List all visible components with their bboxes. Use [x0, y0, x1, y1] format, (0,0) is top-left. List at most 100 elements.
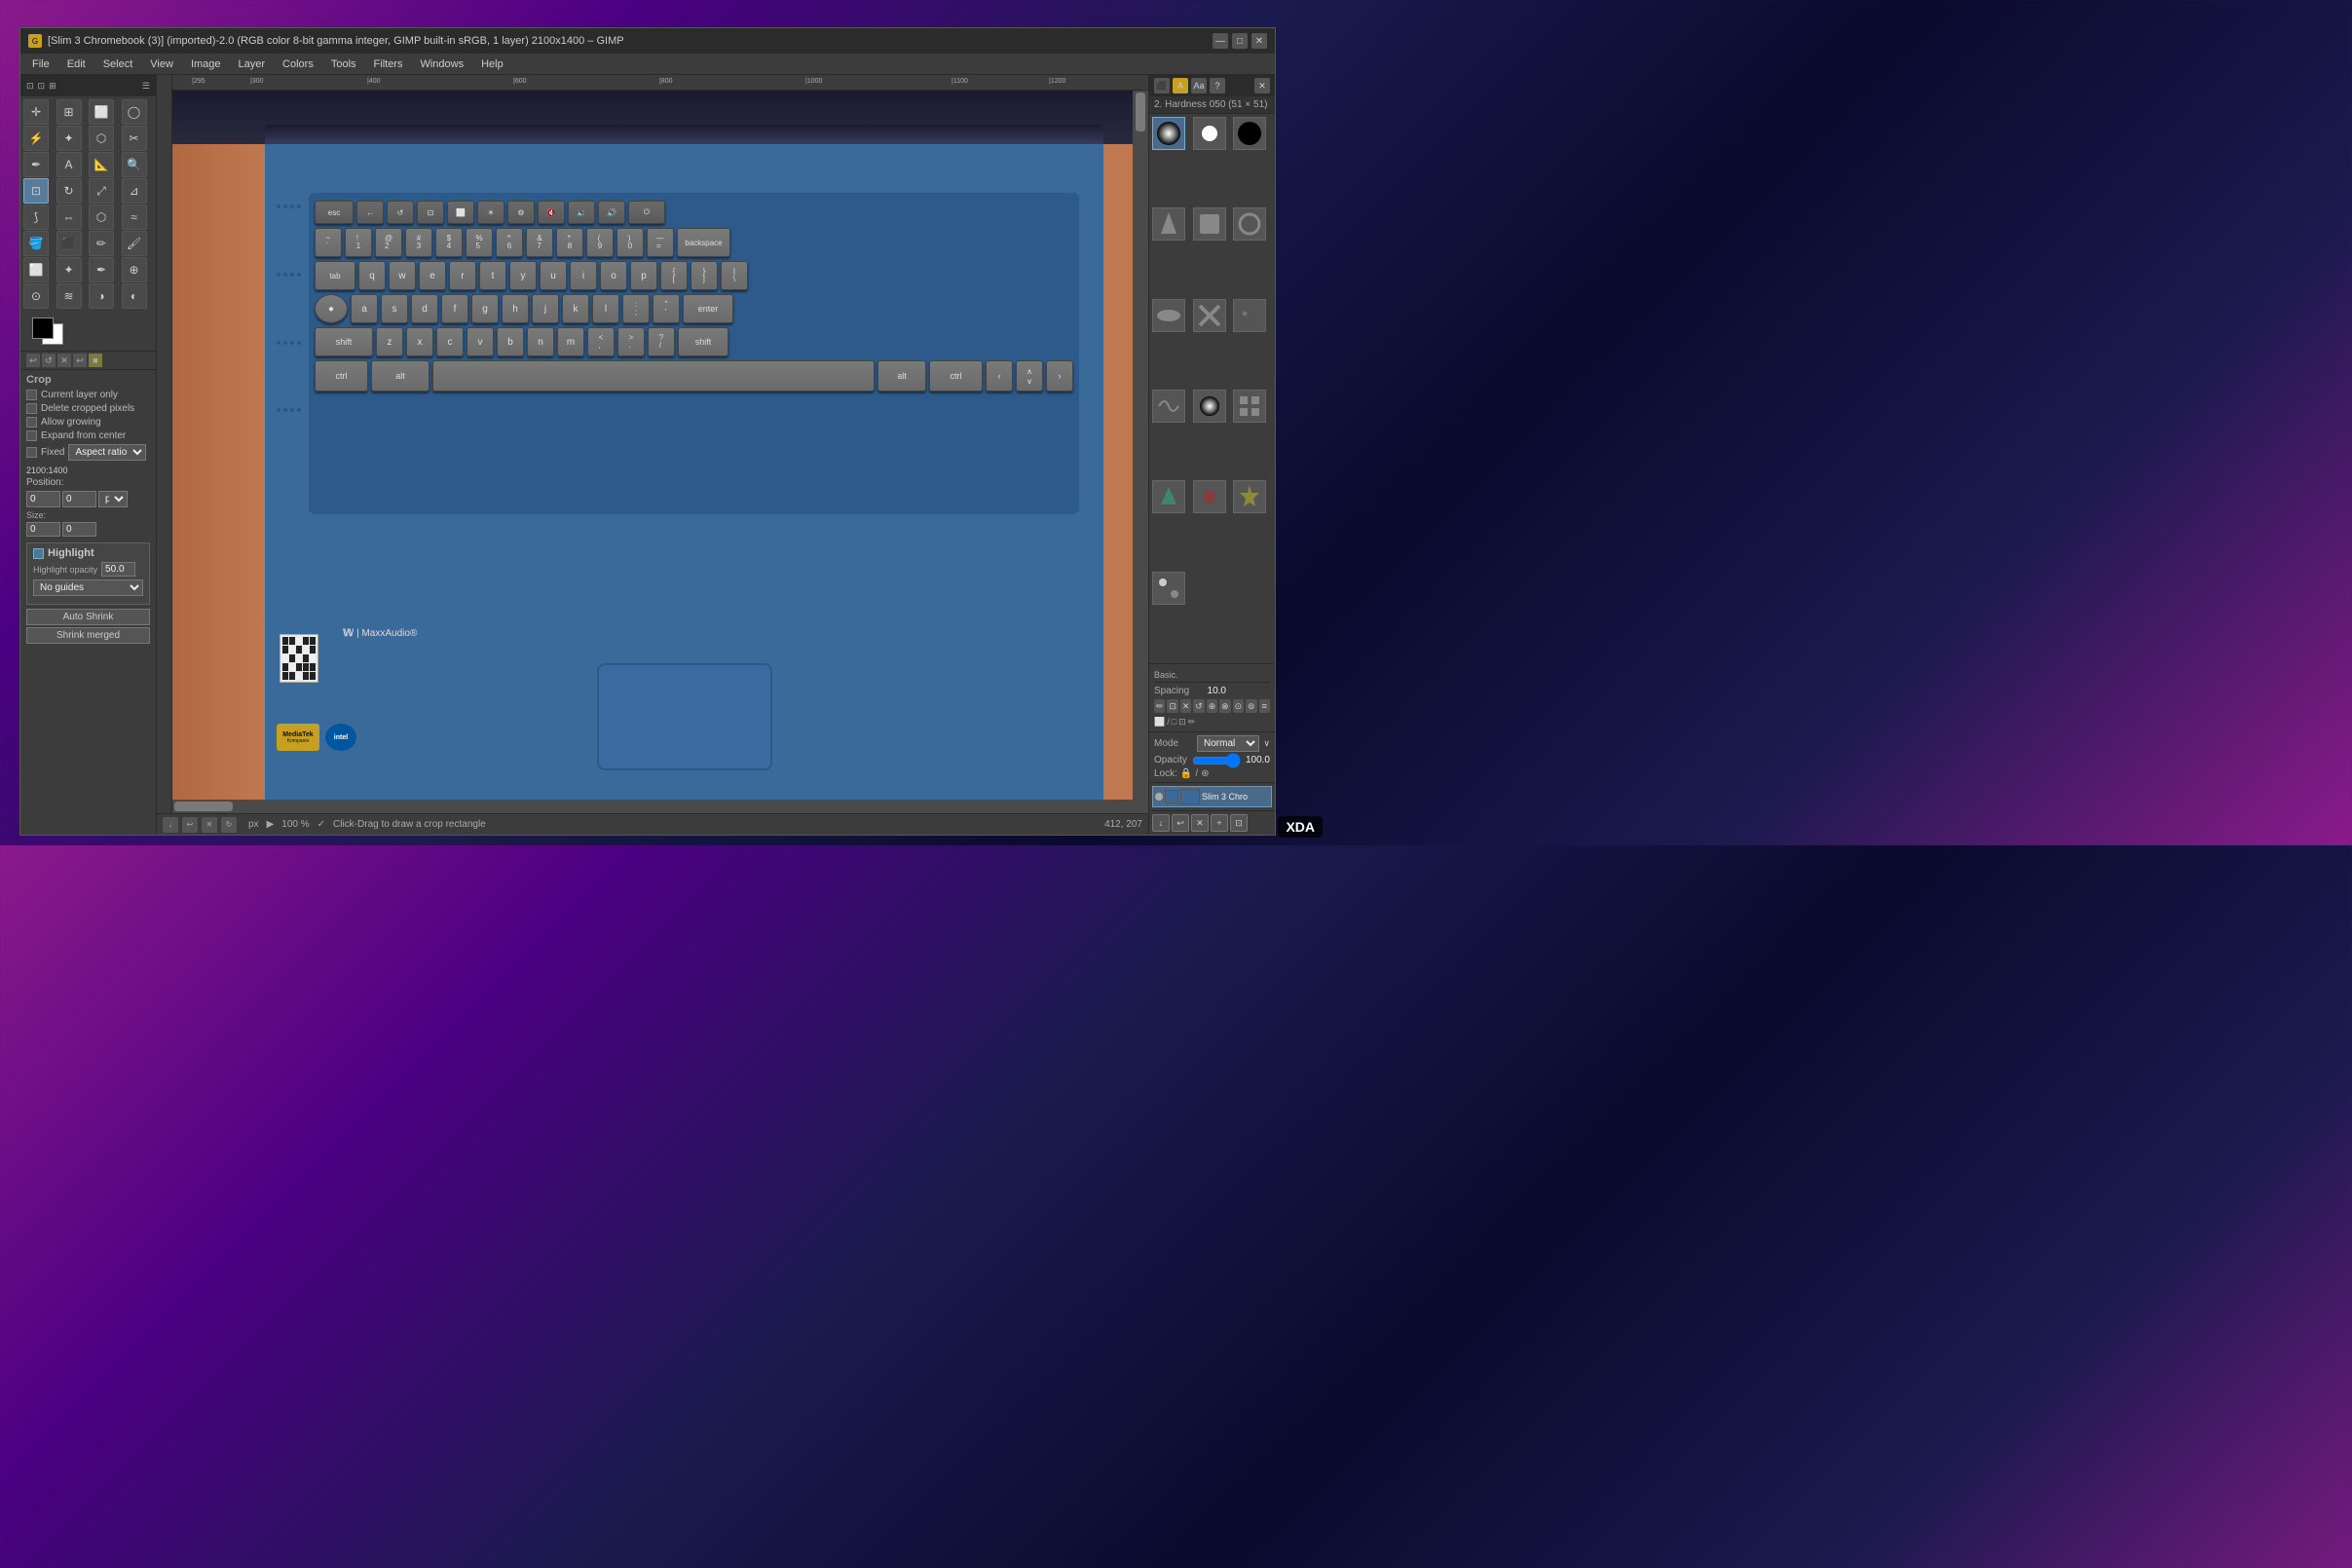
key-alt-right[interactable]: alt [877, 360, 926, 392]
key-vol-down[interactable]: 🔉 [568, 201, 595, 224]
layer-edit-icon-5[interactable]: ⊕ [1207, 699, 1217, 713]
menu-image[interactable]: Image [183, 56, 229, 72]
redo-button[interactable]: ↺ [42, 354, 56, 367]
panel-icon-dynamics[interactable]: Aa [1191, 78, 1207, 93]
lock-position-icon[interactable]: / [1195, 768, 1198, 779]
tool-move[interactable]: ✛ [23, 99, 49, 125]
brush-4[interactable] [1193, 207, 1226, 241]
menu-edit[interactable]: Edit [59, 56, 93, 72]
tool-paths[interactable]: ✒ [23, 152, 49, 177]
auto-shrink-button[interactable]: Auto Shrink [26, 609, 150, 625]
key-t[interactable]: t [479, 261, 506, 290]
vertical-scrollbar[interactable] [1133, 91, 1148, 813]
menu-view[interactable]: View [142, 56, 181, 72]
brush-5[interactable] [1233, 207, 1266, 241]
key-4[interactable]: $4 [435, 228, 463, 257]
highlight-checkbox[interactable] [33, 548, 44, 559]
status-icon-4[interactable]: ↻ [221, 817, 237, 833]
key-minus[interactable]: —= [647, 228, 674, 257]
key-brightness-down[interactable]: ☀ [477, 201, 504, 224]
key-p[interactable]: p [630, 261, 657, 290]
tool-warp[interactable]: ≈ [122, 205, 147, 230]
key-a[interactable]: a [351, 294, 378, 323]
key-mute[interactable]: 🔇 [538, 201, 565, 224]
menu-filters[interactable]: Filters [366, 56, 411, 72]
key-backspace[interactable]: backspace [677, 228, 730, 257]
brush-hardness050[interactable] [1152, 117, 1185, 150]
layer-merge-icon[interactable]: ≡ [1259, 699, 1270, 713]
brush-6[interactable] [1152, 299, 1185, 332]
key-v[interactable]: v [467, 327, 494, 356]
key-colon[interactable]: :; [622, 294, 650, 323]
size-h-input[interactable] [62, 522, 96, 537]
menu-help[interactable]: Help [473, 56, 511, 72]
tool-blend[interactable]: ⬛ [56, 231, 82, 256]
key-2[interactable]: @2 [375, 228, 402, 257]
menu-windows[interactable]: Windows [412, 56, 471, 72]
key-g[interactable]: g [471, 294, 499, 323]
menu-file[interactable]: File [24, 56, 57, 72]
brush-9[interactable] [1152, 390, 1185, 423]
key-h[interactable]: h [502, 294, 529, 323]
aspect-ratio-select[interactable]: Aspect ratio [68, 444, 146, 461]
tool-airbrush[interactable]: ✦ [56, 257, 82, 282]
undo-button[interactable]: ↩ [26, 354, 40, 367]
tool-select-color[interactable]: ⬡ [89, 126, 114, 151]
close-button[interactable]: ✕ [1251, 33, 1267, 49]
tool-paintbrush[interactable]: 🖌 [122, 231, 147, 256]
key-5[interactable]: %5 [466, 228, 493, 257]
brush-11[interactable] [1233, 390, 1266, 423]
fixed-checkbox[interactable] [26, 447, 37, 458]
layer-edit-icon-2[interactable]: ⊡ [1167, 699, 1177, 713]
opacity-input[interactable] [101, 562, 135, 577]
layer-edit-icon-7[interactable]: ⊙ [1233, 699, 1244, 713]
menu-tools[interactable]: Tools [323, 56, 364, 72]
brush-8[interactable]: * [1233, 299, 1266, 332]
key-o[interactable]: o [600, 261, 627, 290]
key-comma[interactable]: <, [587, 327, 615, 356]
status-icon-1[interactable]: ↓ [163, 817, 178, 833]
panel-icon-text[interactable]: A [1173, 78, 1188, 93]
key-slash[interactable]: ?/ [648, 327, 675, 356]
brush-15[interactable] [1152, 572, 1185, 605]
status-icon-3[interactable]: ✕ [202, 817, 217, 833]
key-e[interactable]: e [419, 261, 446, 290]
menu-layer[interactable]: Layer [231, 56, 274, 72]
position-unit-select[interactable]: px [98, 491, 128, 507]
brush-2[interactable] [1233, 117, 1266, 150]
key-q[interactable]: q [358, 261, 386, 290]
layer-btn-2[interactable]: ↩ [1172, 814, 1189, 832]
tool-dodge-burn[interactable]: ◑ [89, 283, 114, 309]
lock-alpha-icon[interactable]: ⊕ [1201, 768, 1209, 779]
brush-1[interactable] [1193, 117, 1226, 150]
tool-ellipse-select[interactable]: ◯ [122, 99, 147, 125]
key-brightness-up[interactable]: ⚙ [507, 201, 535, 224]
opacity-slider[interactable] [1192, 756, 1241, 765]
key-vol-up[interactable]: 🔊 [598, 201, 625, 224]
key-j[interactable]: j [532, 294, 559, 323]
tool-crop[interactable]: ⊡ [23, 178, 49, 204]
brush-13[interactable] [1193, 480, 1226, 513]
tool-bucket-fill[interactable]: 🪣 [23, 231, 49, 256]
key-b[interactable]: b [497, 327, 524, 356]
minimize-button[interactable]: — [1213, 33, 1228, 49]
key-1[interactable]: !1 [345, 228, 372, 257]
tool-scale[interactable]: ⤢ [89, 178, 114, 204]
key-ctrl-right[interactable]: ctrl [929, 360, 983, 392]
tool-ink[interactable]: ✒ [89, 257, 114, 282]
brush-12[interactable] [1152, 480, 1185, 513]
key-period[interactable]: >. [617, 327, 645, 356]
tool-fuzzy-select[interactable]: ✦ [56, 126, 82, 151]
key-shift-right[interactable]: shift [678, 327, 728, 356]
menu-select[interactable]: Select [95, 56, 141, 72]
key-pipe[interactable]: |\ [721, 261, 748, 290]
key-spacebar[interactable] [432, 360, 875, 392]
key-y[interactable]: y [509, 261, 537, 290]
tool-rect-select[interactable]: ⬜ [89, 99, 114, 125]
layer-btn-1[interactable]: ↓ [1152, 814, 1170, 832]
tool-flip[interactable]: ⇔ [56, 205, 82, 230]
tool-align[interactable]: ⊞ [56, 99, 82, 125]
color-indicator[interactable]: ■ [89, 354, 102, 367]
key-rbrace[interactable]: }] [691, 261, 718, 290]
key-back[interactable]: ← [356, 201, 384, 224]
